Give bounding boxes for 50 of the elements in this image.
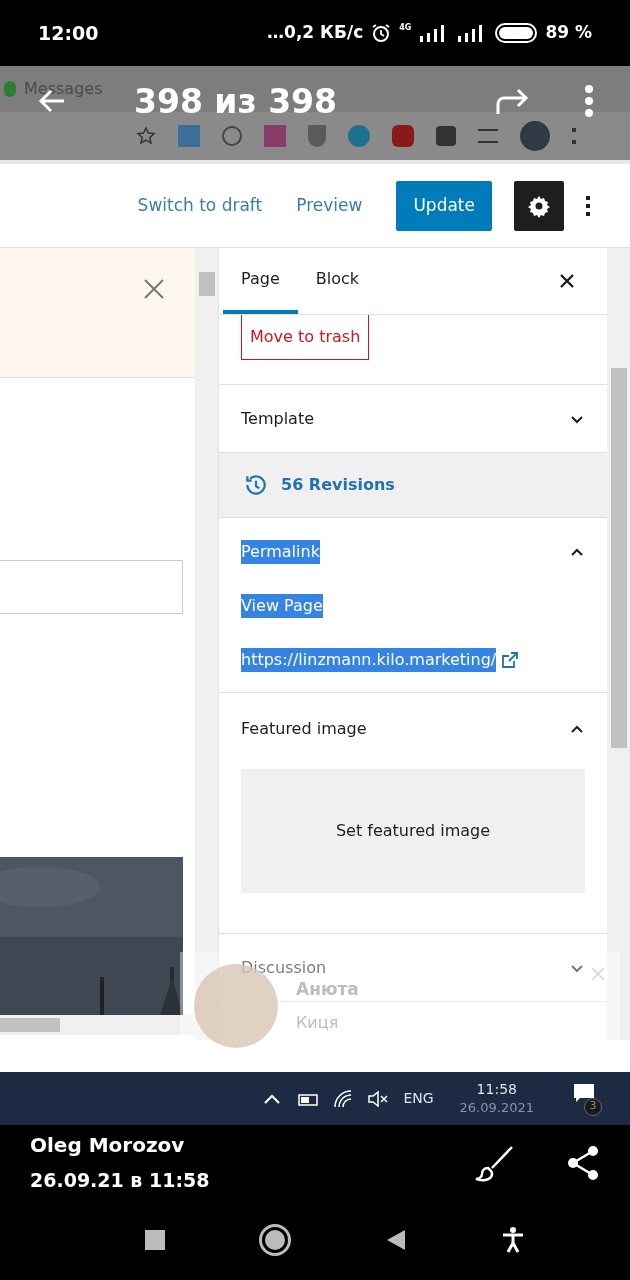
settings-button[interactable] bbox=[514, 180, 564, 231]
close-icon[interactable] bbox=[559, 273, 575, 289]
forward-icon[interactable] bbox=[494, 86, 530, 116]
panel-title[interactable]: Permalink bbox=[241, 540, 320, 564]
accessibility-icon[interactable] bbox=[501, 1227, 525, 1253]
scrollbar-thumb[interactable] bbox=[0, 1018, 60, 1032]
revisions-row[interactable]: 56 Revisions bbox=[219, 453, 607, 518]
permalink-url[interactable]: https://linzmann.kilo.marketing/ bbox=[241, 648, 497, 672]
home-button[interactable] bbox=[259, 1224, 291, 1256]
tab-favicon-icon bbox=[4, 81, 16, 97]
scrollbar-thumb[interactable] bbox=[198, 272, 215, 296]
back-button[interactable] bbox=[385, 1229, 407, 1251]
language-indicator[interactable]: ENG bbox=[403, 1088, 434, 1109]
star-icon[interactable] bbox=[136, 126, 156, 146]
photo-date: 26.09.21 в 11:58 bbox=[30, 1168, 210, 1194]
move-to-trash-button[interactable]: Move to trash bbox=[241, 315, 370, 360]
battery-percent: 89 % bbox=[545, 21, 592, 45]
toolbar-link[interactable]: Switch to draft bbox=[137, 192, 263, 219]
external-link-icon bbox=[500, 650, 521, 670]
notification-badge: 3 bbox=[584, 1097, 602, 1116]
taskbar-time[interactable]: 11:58 bbox=[476, 1080, 517, 1100]
panel-title[interactable]: Template bbox=[241, 406, 314, 431]
sidebar-tab[interactable]: Block bbox=[297, 248, 377, 314]
notification-sender: Анюта bbox=[296, 978, 359, 1002]
set-featured-image-button[interactable]: Set featured image bbox=[241, 769, 585, 893]
notification-message: Киця bbox=[296, 1011, 340, 1034]
view-page-label: View Page bbox=[241, 594, 323, 618]
update-button[interactable]: Update bbox=[396, 180, 492, 231]
network-speed: …0,2 КБ/с bbox=[267, 21, 364, 45]
alarm-icon bbox=[371, 23, 392, 43]
chevron-up-icon[interactable] bbox=[263, 1092, 282, 1105]
avatar[interactable] bbox=[520, 121, 550, 151]
more-icon[interactable] bbox=[572, 128, 576, 144]
sidebar-tab[interactable]: Page bbox=[223, 248, 298, 314]
history-icon bbox=[243, 472, 269, 498]
text-input[interactable] bbox=[0, 560, 183, 614]
clock: 12:00 bbox=[38, 20, 99, 46]
toolbar-link[interactable]: Preview bbox=[296, 192, 363, 219]
battery-icon bbox=[495, 23, 538, 43]
options-icon[interactable] bbox=[586, 195, 590, 216]
network-type: 4G bbox=[399, 22, 412, 35]
author-name: Oleg Morozov bbox=[30, 1132, 186, 1160]
muted-speaker-icon[interactable] bbox=[367, 1089, 390, 1108]
panel-title[interactable]: Featured image bbox=[241, 717, 367, 741]
share-icon[interactable] bbox=[566, 1144, 600, 1181]
photo-counter: 398 из 398 bbox=[134, 84, 338, 118]
scrollbar-thumb[interactable] bbox=[610, 368, 627, 748]
taskbar-date[interactable]: 26.09.2021 bbox=[459, 1099, 534, 1117]
more-icon[interactable] bbox=[584, 84, 594, 118]
wifi-icon[interactable] bbox=[333, 1088, 354, 1109]
